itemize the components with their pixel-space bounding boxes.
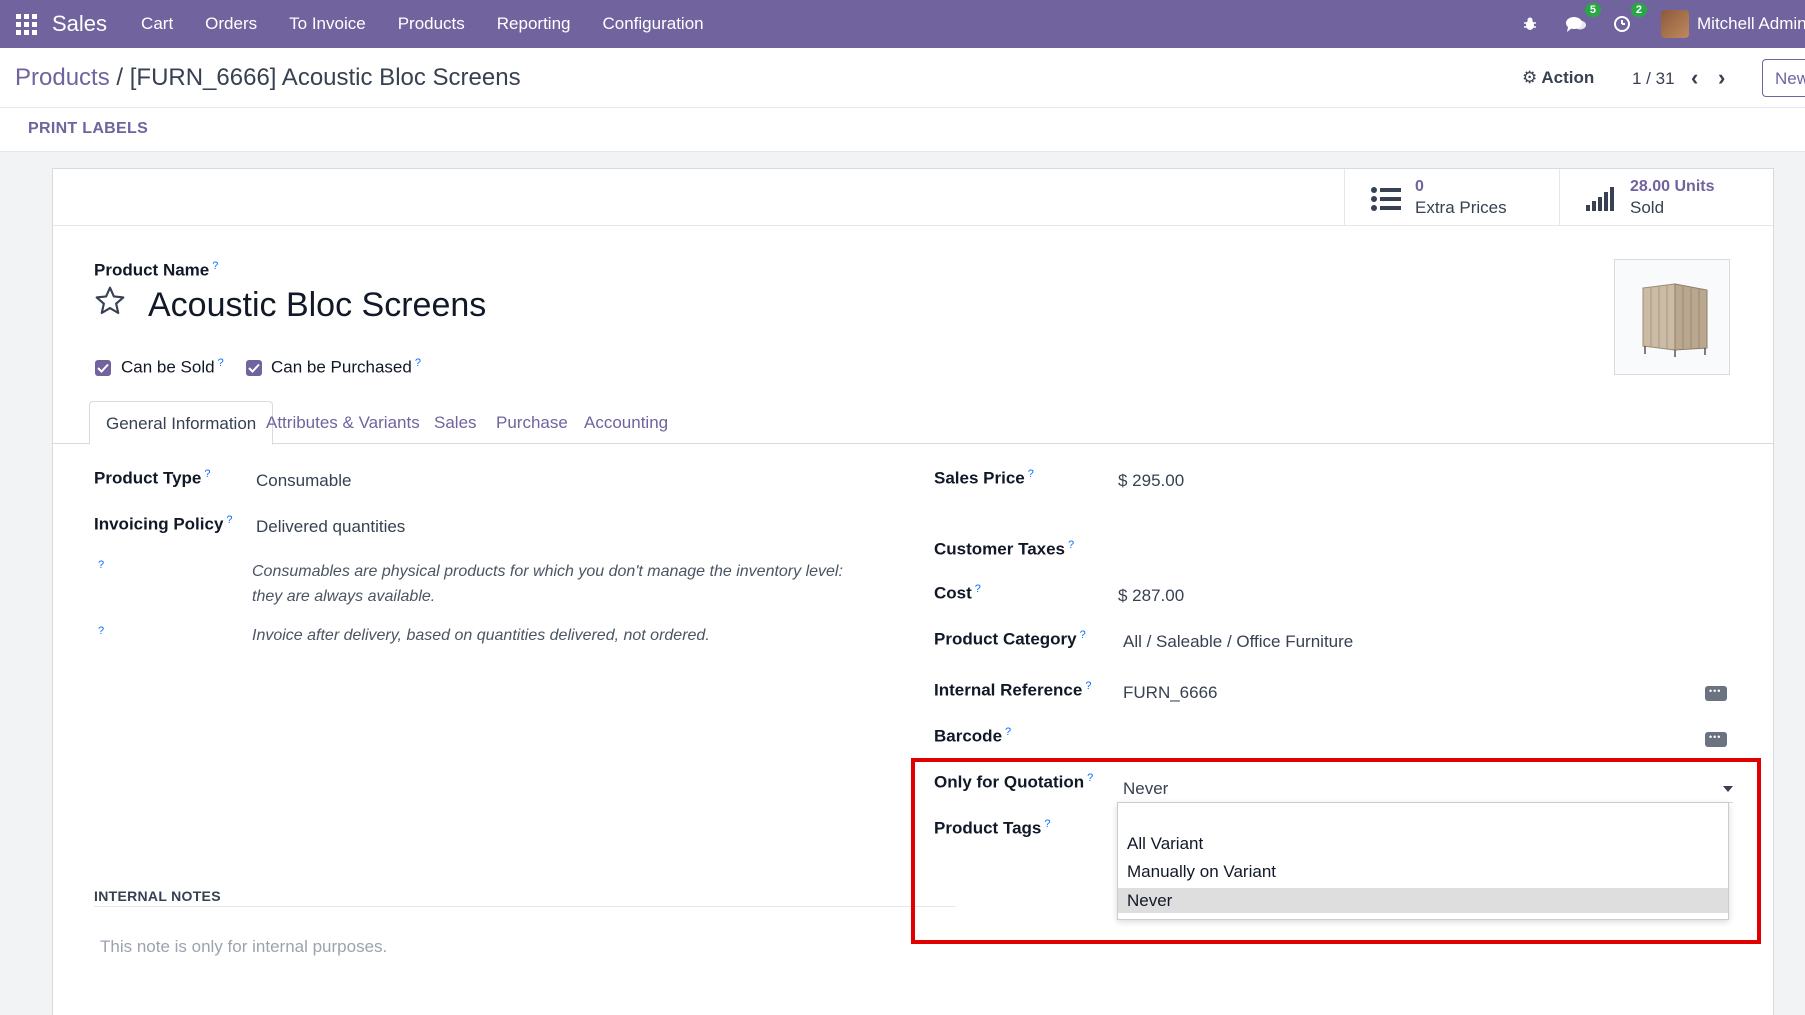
main-menu: Cart Orders To Invoice Products Reportin… <box>125 14 720 34</box>
menu-reporting[interactable]: Reporting <box>481 14 587 34</box>
messages-badge: 5 <box>1584 3 1602 17</box>
acoustic-screen-picture <box>1642 283 1708 357</box>
app-brand[interactable]: Sales <box>52 11 107 37</box>
print-labels-button[interactable]: PRINT LABELS <box>28 120 148 138</box>
help-text-product-type: Consumables are physical products for wh… <box>252 563 843 605</box>
product-name-label: Product Name? <box>94 260 219 280</box>
tab-accounting[interactable]: Accounting <box>568 401 684 444</box>
internal-notes-input[interactable]: This note is only for internal purposes. <box>100 937 387 957</box>
breadcrumb-separator: / <box>116 64 124 91</box>
product-tags-label: Product Tags? <box>934 818 1051 838</box>
action-label: Action <box>1541 68 1595 87</box>
new-button-label: New <box>1775 69 1805 88</box>
activities-badge: 2 <box>1630 3 1648 17</box>
menu-orders[interactable]: Orders <box>189 14 273 34</box>
pager-value[interactable]: 1 / 31 <box>1632 69 1675 89</box>
signal-bars-icon <box>1586 187 1616 216</box>
barcode-label: Barcode? <box>934 726 1012 746</box>
pager-previous-icon[interactable]: ‹ <box>1691 65 1698 91</box>
internal-reference-value[interactable]: FURN_6666 <box>1123 683 1218 703</box>
customer-taxes-label: Customer Taxes? <box>934 539 1075 559</box>
internal-notes-divider <box>94 906 956 907</box>
product-category-label: Product Category? <box>934 629 1086 649</box>
extra-prices-button[interactable]: 0 Extra Prices <box>1344 169 1559 226</box>
breadcrumb: Products / [FURN_6666] Acoustic Bloc Scr… <box>15 64 521 92</box>
menu-to-invoice[interactable]: To Invoice <box>273 14 382 34</box>
product-type-value[interactable]: Consumable <box>256 471 351 491</box>
breadcrumb-products-link[interactable]: Products <box>15 64 110 91</box>
form-status-bar: PRINT LABELS <box>0 108 1805 152</box>
menu-configuration[interactable]: Configuration <box>587 14 720 34</box>
barcode-note-icon[interactable] <box>1705 732 1727 747</box>
help-marker-type: ? <box>98 559 105 571</box>
activities-clock-icon[interactable]: 2 <box>1611 3 1648 35</box>
product-type-label: Product Type? <box>94 468 211 488</box>
apps-menu-icon[interactable] <box>0 0 52 48</box>
pager-next-icon[interactable]: › <box>1718 65 1725 91</box>
product-name-value[interactable]: Acoustic Bloc Screens <box>148 286 486 325</box>
translate-note-icon[interactable] <box>1705 686 1727 701</box>
user-avatar[interactable] <box>1661 10 1690 38</box>
only-for-quotation-value: Never <box>1123 779 1169 798</box>
tab-general-information[interactable]: General Information <box>89 401 274 445</box>
user-menu[interactable]: Mitchell Admin ( <box>1697 14 1805 34</box>
cost-value[interactable]: $ 287.00 <box>1118 586 1184 606</box>
cost-label: Cost? <box>934 583 981 603</box>
extra-prices-value: 0 <box>1415 178 1424 195</box>
top-navbar: Sales Cart Orders To Invoice Products Re… <box>0 0 1805 48</box>
only-for-quotation-select[interactable]: Never <box>1117 773 1733 803</box>
extra-prices-label: Extra Prices <box>1415 198 1507 217</box>
messages-icon[interactable]: 5 <box>1565 3 1602 35</box>
units-sold-value: 28.00 Units <box>1630 178 1715 195</box>
breadcrumb-current: [FURN_6666] Acoustic Bloc Screens <box>129 64 521 91</box>
internal-reference-label: Internal Reference? <box>934 680 1092 700</box>
menu-cart[interactable]: Cart <box>125 14 189 34</box>
menu-products[interactable]: Products <box>382 14 481 34</box>
product-image[interactable] <box>1614 259 1730 375</box>
can-be-purchased-label: Can be Purchased? <box>271 357 421 377</box>
smart-button-box: 0 Extra Prices 28.00 Units Sold <box>53 169 1773 226</box>
units-sold-label: Sold <box>1630 198 1665 217</box>
option-all-variant[interactable]: All Variant <box>1118 831 1728 856</box>
invoicing-policy-label: Invoicing Policy? <box>94 514 233 534</box>
navbar-systray: 5 2 Mitchell Admin ( <box>1507 0 1805 48</box>
sales-price-label: Sales Price? <box>934 468 1034 488</box>
can-be-sold-checkbox[interactable] <box>95 360 111 376</box>
control-panel: Products / [FURN_6666] Acoustic Bloc Scr… <box>0 48 1805 108</box>
list-icon <box>1371 187 1401 216</box>
invoicing-policy-value[interactable]: Delivered quantities <box>256 517 405 537</box>
caret-down-icon <box>1723 786 1733 792</box>
option-never[interactable]: Never <box>1118 888 1728 913</box>
debug-bug-icon[interactable] <box>1519 13 1541 35</box>
only-for-quotation-dropdown: All Variant Manually on Variant Never <box>1117 802 1729 920</box>
product-category-value[interactable]: All / Saleable / Office Furniture <box>1123 632 1353 652</box>
tab-attributes-variants[interactable]: Attributes & Variants <box>250 401 436 444</box>
option-manually-on-variant[interactable]: Manually on Variant <box>1118 859 1728 884</box>
can-be-sold-label: Can be Sold? <box>121 357 224 377</box>
internal-notes-heading: INTERNAL NOTES <box>94 888 221 904</box>
favorite-star-icon[interactable] <box>94 285 126 322</box>
notebook-tabs: General Information Attributes & Variant… <box>53 401 1773 445</box>
action-menu-button[interactable]: ⚙ Action <box>1522 68 1594 88</box>
only-for-quotation-label: Only for Quotation? <box>934 772 1094 792</box>
gear-icon: ⚙ <box>1522 68 1538 87</box>
new-button[interactable]: New <box>1762 59 1805 97</box>
can-be-purchased-checkbox[interactable] <box>246 360 262 376</box>
units-sold-button[interactable]: 28.00 Units Sold <box>1559 169 1773 226</box>
sales-price-value[interactable]: $ 295.00 <box>1118 471 1184 491</box>
help-marker-invoice: ? <box>98 625 105 637</box>
help-text-invoicing: Invoice after delivery, based on quantit… <box>252 627 710 644</box>
